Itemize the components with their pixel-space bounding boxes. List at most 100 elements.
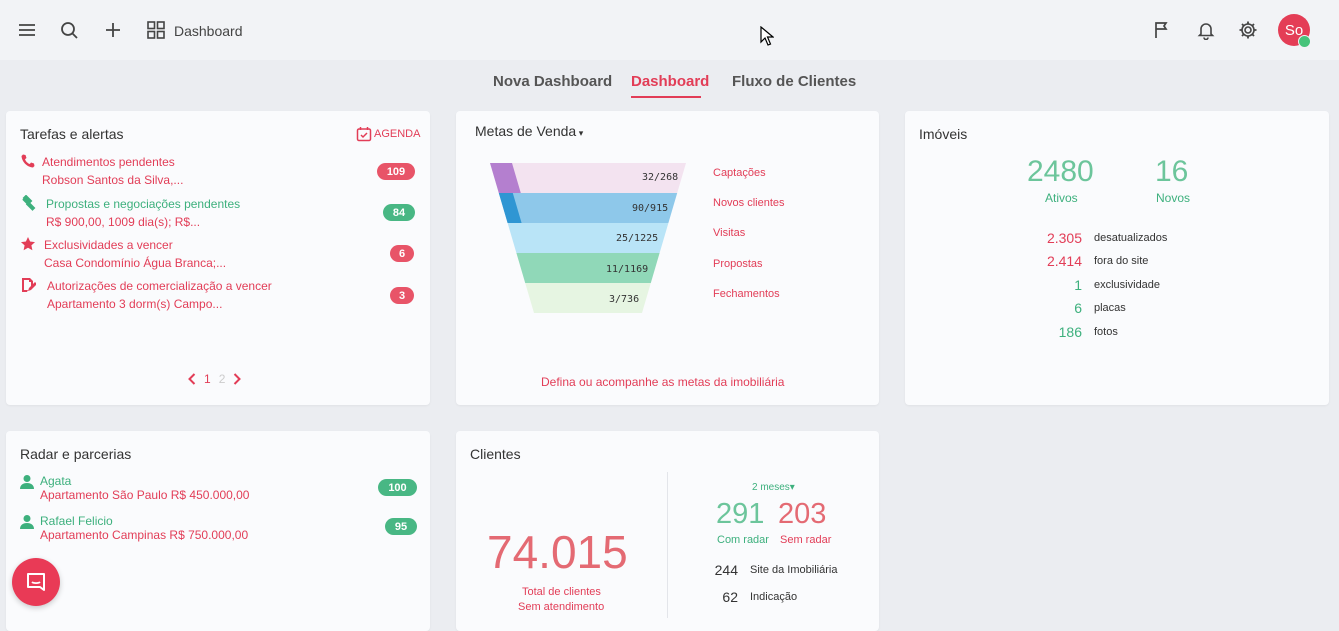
funnel-label: Visitas xyxy=(713,227,746,239)
stat-label: exclusividade xyxy=(1094,279,1161,291)
task-count-badge: 109 xyxy=(377,163,415,180)
task-count-badge: 3 xyxy=(390,287,414,304)
clients-total-label: Total de clientes xyxy=(522,586,601,598)
stat-value[interactable]: 186 xyxy=(1022,324,1082,340)
clients-total-sublabel: Sem atendimento xyxy=(518,601,605,613)
properties-title: Imóveis xyxy=(919,126,968,142)
chevron-right-icon[interactable] xyxy=(233,373,242,385)
signature-icon xyxy=(22,278,36,292)
top-bar: Dashboard So xyxy=(0,0,1339,60)
sem-radar-value: 203 xyxy=(778,498,827,530)
task-subtitle: R$ 900,00, 1009 dia(s); R$... xyxy=(46,215,201,229)
user-icon xyxy=(20,515,34,529)
phone-icon xyxy=(21,154,35,168)
stat-value[interactable]: 2.414 xyxy=(1022,253,1082,269)
task-count-badge: 6 xyxy=(390,245,414,262)
radar-count-badge: 100 xyxy=(378,479,417,496)
agenda-label: AGENDA xyxy=(374,128,421,140)
stat-value[interactable]: 1 xyxy=(1022,277,1082,293)
caret-down-icon: ▾ xyxy=(576,128,584,138)
funnel-label: Propostas xyxy=(713,258,763,270)
add-icon[interactable] xyxy=(103,20,123,40)
mouse-cursor-icon xyxy=(760,25,775,51)
source-value: 244 xyxy=(714,562,738,578)
task-item-exclusividades[interactable]: Exclusividades a vencer Casa Condomínio … xyxy=(20,236,420,276)
clients-divider xyxy=(667,472,668,618)
clients-total-value: 74.015 xyxy=(487,526,628,578)
active-tab-indicator xyxy=(631,96,701,98)
funnel-label: Novos clientes xyxy=(713,197,785,209)
task-title: Atendimentos pendentes xyxy=(42,155,175,169)
caret-down-icon: ▾ xyxy=(789,482,795,493)
chat-widget-button[interactable] xyxy=(12,558,60,606)
tab-nova-dashboard[interactable]: Nova Dashboard xyxy=(493,73,612,90)
stat-label: fotos xyxy=(1094,326,1118,338)
radar-title: Radar e parcerias xyxy=(20,446,132,462)
stat-label: desatualizados xyxy=(1094,232,1168,244)
menu-icon[interactable] xyxy=(17,20,37,40)
radar-item[interactable]: Agata Apartamento São Paulo R$ 450.000,0… xyxy=(19,473,419,513)
pager-page-next[interactable]: 2 xyxy=(219,372,226,386)
task-title: Propostas e negociações pendentes xyxy=(46,197,241,211)
calendar-icon xyxy=(356,127,372,142)
tasks-title: Tarefas e alertas xyxy=(20,126,124,142)
search-icon[interactable] xyxy=(59,20,79,40)
online-status-dot xyxy=(1298,35,1311,48)
stat-label: fora do site xyxy=(1094,255,1149,267)
funnel-label: Fechamentos xyxy=(713,288,780,300)
chat-icon xyxy=(27,573,45,591)
funnel-value: 11/1169 xyxy=(606,264,649,275)
task-subtitle: Casa Condomínio Água Branca;... xyxy=(44,256,227,270)
source-label: Indicação xyxy=(750,591,798,603)
stat-value[interactable]: 2.305 xyxy=(1022,230,1082,246)
task-title: Exclusividades a vencer xyxy=(44,238,173,252)
sem-radar-label: Sem radar xyxy=(780,534,832,546)
breadcrumb[interactable]: Dashboard xyxy=(174,23,243,39)
clients-title: Clientes xyxy=(470,446,521,462)
tab-dashboard[interactable]: Dashboard xyxy=(631,73,709,90)
radar-count-badge: 95 xyxy=(385,518,417,535)
radar-detail: Apartamento Campinas R$ 750.000,00 xyxy=(40,528,249,542)
funnel-value: 32/268 xyxy=(642,172,679,183)
funnel-value: 25/1225 xyxy=(616,233,659,244)
task-item-autorizacoes[interactable]: Autorizações de comercialização a vencer… xyxy=(20,277,420,317)
user-icon xyxy=(20,475,34,489)
pager-page-current[interactable]: 1 xyxy=(204,372,211,386)
period-label: 2 meses xyxy=(752,482,790,493)
active-properties-value: 2480 xyxy=(1027,155,1094,188)
tasks-pager: 1 2 xyxy=(188,372,242,386)
agenda-button[interactable]: AGENDA xyxy=(356,126,420,142)
stat-label: placas xyxy=(1094,302,1126,314)
task-item-atendimentos[interactable]: Atendimentos pendentes Robson Santos da … xyxy=(20,153,420,193)
com-radar-label: Com radar xyxy=(717,534,769,546)
dashboard-grid-icon[interactable] xyxy=(146,20,166,40)
dashboard-tabs: Nova Dashboard Dashboard Fluxo de Client… xyxy=(0,73,1339,103)
source-value: 62 xyxy=(722,589,738,605)
funnel-value: 90/915 xyxy=(632,203,669,214)
sales-goals-dropdown[interactable]: Metas de Venda ▾ xyxy=(475,123,583,139)
gavel-icon xyxy=(22,195,36,211)
funnel-label: Captações xyxy=(713,167,766,179)
bell-icon[interactable] xyxy=(1196,20,1216,40)
flag-icon[interactable] xyxy=(1152,20,1172,40)
radar-detail: Apartamento São Paulo R$ 450.000,00 xyxy=(40,488,250,502)
tab-fluxo-de-clientes[interactable]: Fluxo de Clientes xyxy=(732,73,856,90)
sales-goals-title: Metas de Venda xyxy=(475,123,577,139)
new-properties-label: Novos xyxy=(1156,191,1191,205)
funnel-value: 3/736 xyxy=(609,294,640,305)
task-subtitle: Apartamento 3 dorm(s) Campo... xyxy=(47,297,223,311)
stat-value[interactable]: 6 xyxy=(1022,300,1082,316)
chevron-left-icon[interactable] xyxy=(188,373,196,385)
task-item-propostas[interactable]: Propostas e negociações pendentes R$ 900… xyxy=(20,195,420,235)
com-radar-value: 291 xyxy=(716,498,765,530)
star-icon xyxy=(21,237,35,251)
active-properties-label: Ativos xyxy=(1045,191,1078,205)
sales-funnel xyxy=(490,163,686,313)
sales-goals-link[interactable]: Defina ou acompanhe as metas da imobiliá… xyxy=(541,375,784,389)
radar-name: Agata xyxy=(40,474,72,488)
gear-icon[interactable] xyxy=(1238,20,1258,40)
period-dropdown[interactable]: 2 meses▾ xyxy=(752,482,795,493)
radar-item[interactable]: Rafael Felicio Apartamento Campinas R$ 7… xyxy=(19,513,419,553)
new-properties-value: 16 xyxy=(1155,155,1189,188)
task-subtitle: Robson Santos da Silva,... xyxy=(42,173,184,187)
